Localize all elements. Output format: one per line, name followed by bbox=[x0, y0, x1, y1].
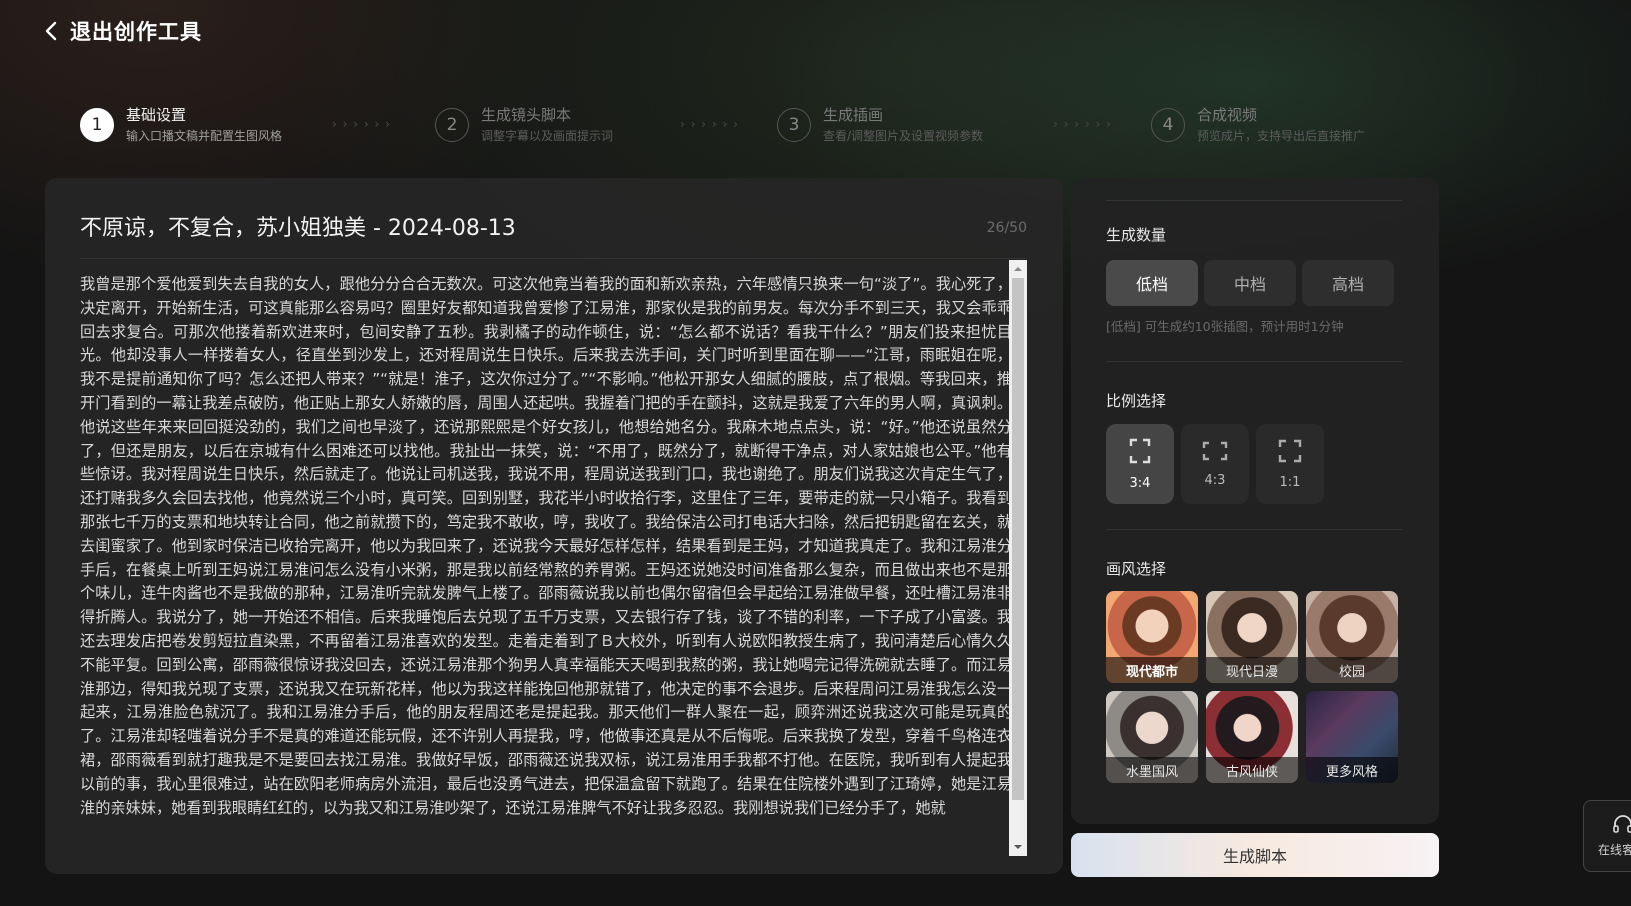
scroll-up-arrow-icon[interactable] bbox=[1009, 260, 1027, 278]
step-illustration[interactable]: 3 生成插画 查看/调整图片及设置视频参数 bbox=[777, 105, 983, 145]
style-card-modern-anime[interactable]: 现代日漫 bbox=[1206, 591, 1298, 683]
divider bbox=[1106, 529, 1402, 530]
online-service-label: 在线客服 bbox=[1598, 843, 1631, 857]
quantity-hint: [低档] 可生成约10张插图，预计用时1分钟 bbox=[1106, 319, 1344, 334]
step-subtitle: 输入口播文稿并配置生图风格 bbox=[126, 129, 283, 143]
exit-tool-button[interactable]: 退出创作工具 bbox=[44, 16, 202, 46]
ratio-option-4-3[interactable]: 4:3 bbox=[1181, 424, 1249, 504]
style-card-label: 水墨国风 bbox=[1106, 757, 1198, 783]
step-arrows: › › › › › › bbox=[332, 117, 391, 131]
headset-icon bbox=[1613, 815, 1631, 833]
script-text-area[interactable]: 我曾是那个爱他爱到失去自我的女人，跟他分分合合无数次。可这次他竟当着我的面和新欢… bbox=[80, 273, 1012, 853]
crop-frame-icon bbox=[1278, 439, 1302, 462]
style-card-more-styles[interactable]: 更多风格 bbox=[1306, 691, 1398, 783]
step-script[interactable]: 2 生成镜头脚本 调整字幕以及画面提示词 bbox=[435, 105, 613, 145]
step-basic-settings[interactable]: 1 基础设置 输入口播文稿并配置生图风格 bbox=[80, 105, 282, 145]
document-title[interactable]: 不原谅，不复合，苏小姐独美 - 2024-08-13 bbox=[80, 210, 516, 242]
step-subtitle: 查看/调整图片及设置视频参数 bbox=[823, 129, 984, 143]
step-title: 生成插画 bbox=[823, 106, 884, 124]
style-card-modern-city[interactable]: 现代都市 bbox=[1106, 591, 1198, 683]
step-number: 3 bbox=[777, 108, 811, 142]
step-title: 合成视频 bbox=[1197, 106, 1258, 124]
exit-tool-label: 退出创作工具 bbox=[70, 20, 202, 44]
crop-frame-icon bbox=[1202, 441, 1228, 460]
divider bbox=[1106, 361, 1402, 362]
quantity-option-low[interactable]: 低档 bbox=[1106, 260, 1198, 306]
divider bbox=[80, 258, 1027, 259]
step-number: 1 bbox=[80, 108, 114, 142]
script-editor: 不原谅，不复合，苏小姐独美 - 2024-08-13 26/50 我曾是那个爱他… bbox=[45, 178, 1063, 874]
style-card-label: 现代都市 bbox=[1106, 657, 1198, 683]
step-subtitle: 预览成片，支持导出后直接推广 bbox=[1197, 129, 1366, 143]
ratio-label: 比例选择 bbox=[1106, 392, 1167, 410]
scrollbar[interactable] bbox=[1009, 260, 1027, 856]
title-char-counter: 26/50 bbox=[986, 220, 1027, 236]
style-card-label: 现代日漫 bbox=[1206, 657, 1298, 683]
ratio-label-text: 3:4 bbox=[1129, 475, 1151, 491]
ratio-option-1-1[interactable]: 1:1 bbox=[1256, 424, 1324, 504]
generate-script-button[interactable]: 生成脚本 bbox=[1071, 833, 1439, 877]
quantity-label: 生成数量 bbox=[1106, 226, 1167, 244]
style-card-label: 校园 bbox=[1306, 657, 1398, 683]
crop-frame-icon bbox=[1129, 438, 1151, 463]
ratio-label-text: 4:3 bbox=[1204, 472, 1226, 488]
quantity-option-mid[interactable]: 中档 bbox=[1204, 260, 1296, 306]
scrollbar-thumb[interactable] bbox=[1012, 278, 1024, 800]
step-number: 2 bbox=[435, 108, 469, 142]
online-service-button[interactable]: 在线客服 bbox=[1583, 800, 1631, 872]
style-label: 画风选择 bbox=[1106, 560, 1167, 578]
style-card-xianxia[interactable]: 古风仙侠 bbox=[1206, 691, 1298, 783]
style-card-label: 更多风格 bbox=[1306, 757, 1398, 783]
step-compose-video[interactable]: 4 合成视频 预览成片，支持导出后直接推广 bbox=[1151, 105, 1365, 145]
step-title: 基础设置 bbox=[126, 106, 187, 124]
ratio-option-3-4[interactable]: 3:4 bbox=[1106, 424, 1174, 504]
step-number: 4 bbox=[1151, 108, 1185, 142]
step-arrows: › › › › › › bbox=[1053, 117, 1112, 131]
step-subtitle: 调整字幕以及画面提示词 bbox=[481, 129, 614, 143]
step-progress: 1 基础设置 输入口播文稿并配置生图风格 › › › › › › 2 生成镜头脚… bbox=[80, 105, 1410, 147]
style-card-ink-painting[interactable]: 水墨国风 bbox=[1106, 691, 1198, 783]
style-card-label: 古风仙侠 bbox=[1206, 757, 1298, 783]
ratio-label-text: 1:1 bbox=[1279, 474, 1301, 490]
chevron-left-icon bbox=[44, 20, 60, 42]
quantity-option-high[interactable]: 高档 bbox=[1302, 260, 1394, 306]
settings-panel: 生成数量 低档 中档 高档 [低档] 可生成约10张插图，预计用时1分钟 比例选… bbox=[1071, 178, 1439, 824]
step-title: 生成镜头脚本 bbox=[481, 106, 572, 124]
scroll-down-arrow-icon[interactable] bbox=[1009, 838, 1027, 856]
style-card-campus[interactable]: 校园 bbox=[1306, 591, 1398, 683]
divider bbox=[1106, 200, 1402, 201]
step-arrows: › › › › › › bbox=[680, 117, 739, 131]
